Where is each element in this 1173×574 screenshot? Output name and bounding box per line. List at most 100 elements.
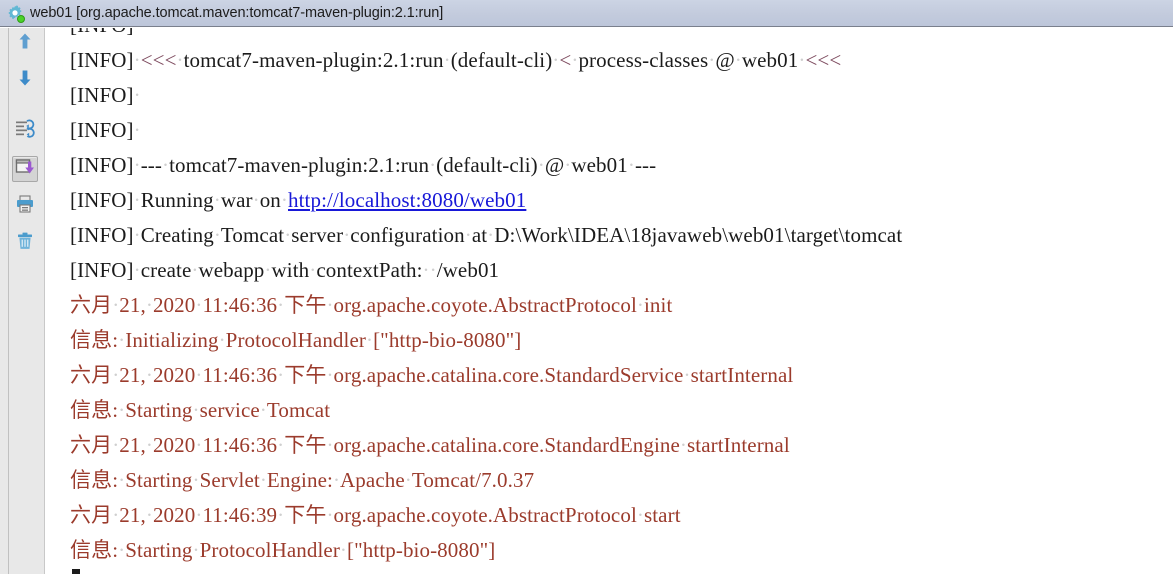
- whitespace-marker: ·: [365, 328, 374, 352]
- console-text: ProtocolHandler: [199, 538, 340, 562]
- console-text: Creating: [140, 223, 214, 247]
- whitespace-marker: ·: [252, 188, 260, 212]
- console-text: startInternal: [690, 363, 794, 387]
- phase-marker: <: [559, 48, 572, 72]
- console-text: Apache: [340, 468, 405, 492]
- console-text: ["http-bio-8080"]: [373, 328, 522, 352]
- console-text: 11:46:36: [202, 433, 278, 457]
- scroll-down-button[interactable]: [12, 67, 38, 93]
- whitespace-marker: ·: [192, 468, 200, 492]
- console-text: create: [140, 258, 192, 282]
- console-text: @: [715, 48, 735, 72]
- console-line: [INFO]·Creating·Tomcat·server·configurat…: [70, 218, 1173, 253]
- console-text: startInternal: [687, 433, 790, 457]
- whitespace-marker: ·: [259, 468, 267, 492]
- console-text: ---: [634, 153, 657, 177]
- whitespace-marker: ·: [339, 538, 348, 562]
- console-text: [INFO]: [70, 153, 134, 177]
- console-text: 下午: [284, 433, 327, 457]
- console-text: Starting: [125, 398, 193, 422]
- console-text: Running: [140, 188, 214, 212]
- console-text: [INFO]: [70, 223, 134, 247]
- print-button[interactable]: [12, 193, 38, 219]
- console-text: Initializing: [125, 328, 219, 352]
- console-text: 21,: [119, 293, 146, 317]
- whitespace-marker: ·: [332, 468, 341, 492]
- console-line: [INFO]·---·tomcat7-maven-plugin:2.1:run·…: [70, 148, 1173, 183]
- console-text: web01: [571, 153, 628, 177]
- phase-marker: <<<: [140, 48, 177, 72]
- whitespace-marker: ·: [280, 188, 288, 212]
- console-line: [INFO]·: [70, 28, 1173, 43]
- scroll-to-end-button[interactable]: [12, 156, 38, 182]
- console-text: @: [544, 153, 565, 177]
- console-line: 信息:·Starting·Servlet·Engine:·Apache·Tomc…: [70, 463, 1173, 498]
- console-text: 11:46:39: [202, 503, 278, 527]
- console-text: 信息:: [70, 538, 119, 562]
- whitespace-marker: ·: [145, 433, 153, 457]
- console-text: configuration: [350, 223, 465, 247]
- clear-all-button[interactable]: [12, 230, 38, 256]
- whitespace-marker: ·: [259, 398, 267, 422]
- console-text: 下午: [284, 293, 327, 317]
- whitespace-marker: ·: [145, 363, 153, 387]
- console-text: 下午: [284, 363, 327, 387]
- console-line: [INFO]·Running·war·on·http://localhost:8…: [70, 183, 1173, 218]
- console-line: 六月·21,·2020·11:46:36·下午·org.apache.coyot…: [70, 288, 1173, 323]
- console-line: [INFO]·<<<·tomcat7-maven-plugin:2.1:run·…: [70, 43, 1173, 78]
- console-text: 信息:: [70, 328, 119, 352]
- whitespace-marker: ·: [176, 48, 184, 72]
- console-text: server: [291, 223, 344, 247]
- console-text: webapp: [198, 258, 265, 282]
- console-lines: [INFO]·[INFO]·<<<·tomcat7-maven-plugin:2…: [70, 28, 1173, 574]
- soft-wrap-button[interactable]: [12, 118, 38, 144]
- console-text: contextPath:: [316, 258, 423, 282]
- console-text: Starting: [125, 468, 193, 492]
- console-text: [INFO]: [70, 28, 134, 37]
- console-text: 信息:: [70, 398, 119, 422]
- console-text: tomcat7-maven-plugin:2.1:run: [183, 48, 444, 72]
- whitespace-marker: ·: [464, 223, 472, 247]
- whitespace-marker: ·: [213, 188, 221, 212]
- console-text: 2020: [152, 293, 196, 317]
- scroll-to-end-icon: [15, 157, 35, 182]
- console-text: ["http-bio-8080"]: [347, 538, 496, 562]
- console-text: [INFO]: [70, 83, 134, 107]
- console-text: D:\Work\IDEA\18javaweb\web01\target\tomc…: [494, 223, 903, 247]
- console-text: Servlet: [199, 468, 260, 492]
- whitespace-marker: ·: [191, 258, 199, 282]
- whitespace-marker: ·: [537, 153, 545, 177]
- console-line: [INFO]·: [70, 78, 1173, 113]
- console-text: 2020: [152, 433, 196, 457]
- console-text: 11:46:36: [202, 363, 278, 387]
- console-text: [INFO]: [70, 258, 134, 282]
- whitespace-marker: ·: [218, 328, 226, 352]
- console-text: 六月: [70, 293, 113, 317]
- console-text: 2020: [152, 503, 196, 527]
- scroll-up-button[interactable]: [12, 30, 38, 56]
- console-caret-line: [70, 568, 1173, 574]
- console-text: 2020: [152, 363, 196, 387]
- console-text: with: [271, 258, 310, 282]
- console-text: 信息:: [70, 468, 119, 492]
- console-text: Tomcat: [220, 223, 285, 247]
- console-text: init: [643, 293, 673, 317]
- printer-icon: [15, 194, 35, 219]
- console-text: org.apache.catalina.core.StandardEngine: [333, 433, 680, 457]
- whitespace-marker: ·: [443, 48, 451, 72]
- whitespace-marker: ·: [133, 258, 141, 282]
- console-text: [INFO]: [70, 48, 134, 72]
- whitespace-marker: ·: [133, 118, 141, 142]
- whitespace-marker: ·: [636, 293, 644, 317]
- console-text: 21,: [119, 433, 146, 457]
- soft-wrap-icon: [14, 118, 36, 145]
- whitespace-marker: ·: [213, 223, 221, 247]
- console-text: Tomcat: [266, 398, 331, 422]
- console-text: 11:46:36: [202, 293, 278, 317]
- gear-icon: [6, 4, 25, 23]
- console-text: org.apache.coyote.AbstractProtocol: [333, 503, 637, 527]
- console-link[interactable]: http://localhost:8080/web01: [288, 188, 526, 212]
- whitespace-marker: ·: [683, 363, 691, 387]
- console-output[interactable]: [INFO]·[INFO]·<<<·tomcat7-maven-plugin:2…: [46, 28, 1173, 574]
- whitespace-marker: ·: [134, 28, 141, 37]
